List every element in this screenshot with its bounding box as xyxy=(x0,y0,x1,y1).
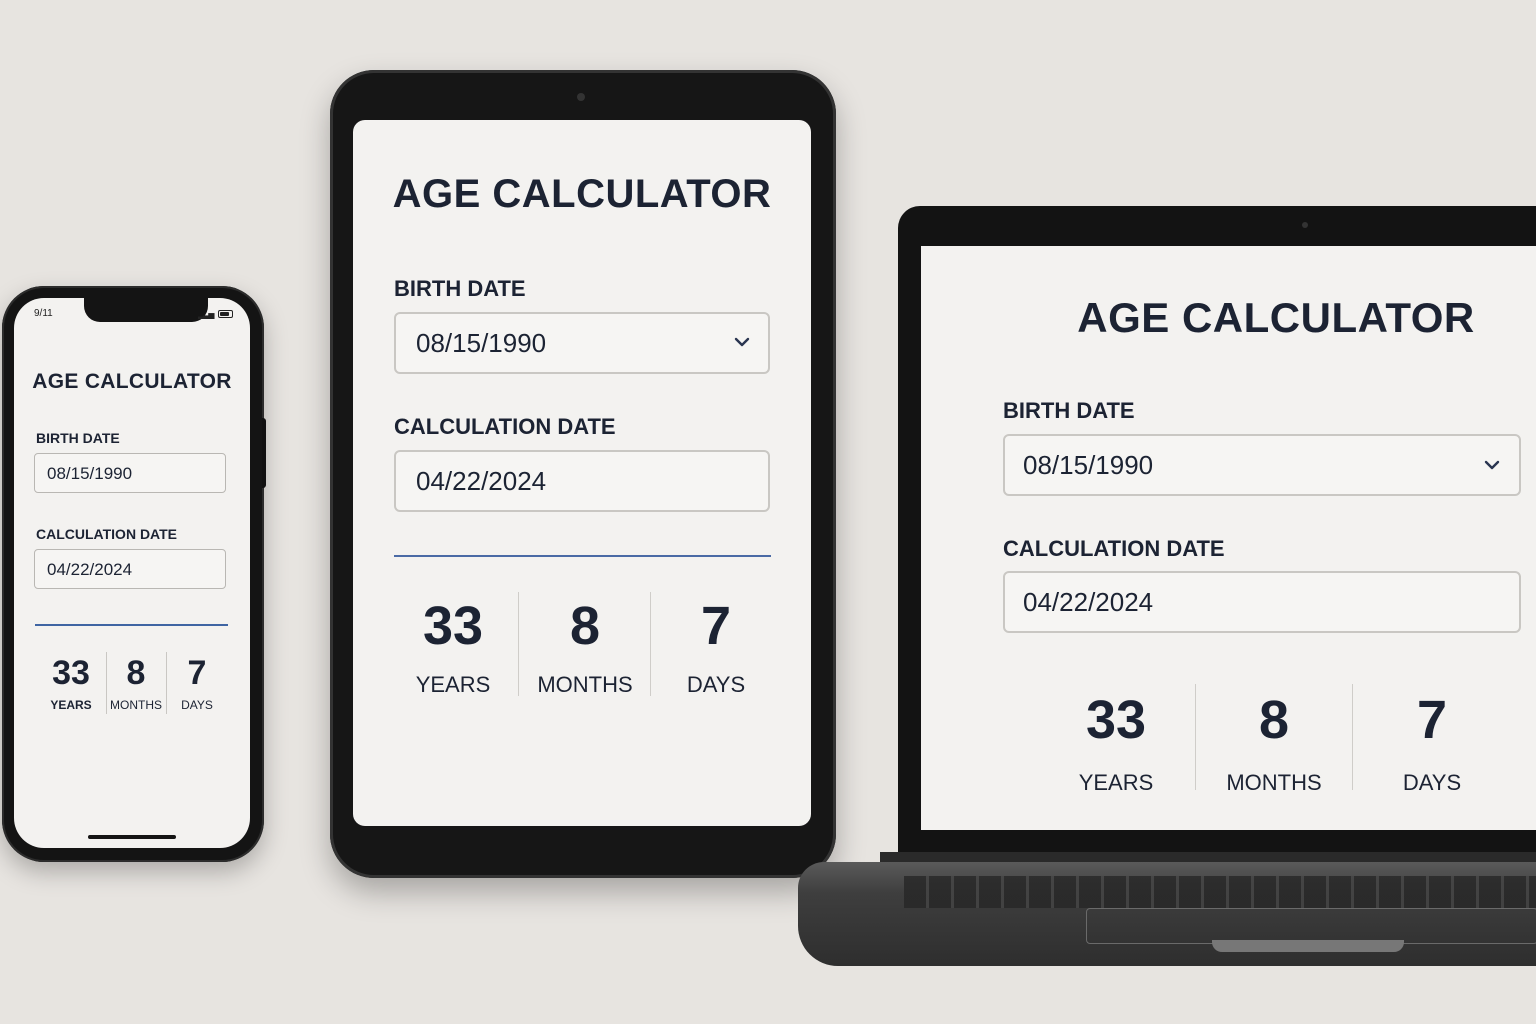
result-days: 7 DAYS xyxy=(651,598,781,698)
months-label: MONTHS xyxy=(110,698,162,712)
calculation-date-label: CALCULATION DATE xyxy=(1003,536,1225,561)
days-label: DAYS xyxy=(686,672,746,697)
laptop-camera xyxy=(1302,222,1308,228)
home-indicator xyxy=(88,835,176,839)
months-label: MONTHS xyxy=(1226,770,1322,795)
phone-screen: 9/11 ▂▃▅ AGE CALCULATOR BIRTH DATE 08/15… xyxy=(14,298,250,848)
months-value: 8 xyxy=(1258,690,1290,750)
calculation-date-input[interactable]: 04/22/2024 xyxy=(394,450,770,512)
tablet-screen: AGE CALCULATOR BIRTH DATE 08/15/1990 CAL… xyxy=(353,120,811,826)
chevron-down-icon[interactable] xyxy=(733,336,751,348)
phone-notch xyxy=(84,298,208,322)
calculation-date-label: CALCULATION DATE xyxy=(36,526,178,542)
result-days: 7 DAYS xyxy=(1354,692,1510,796)
result-years: 33 YEARS xyxy=(40,656,102,712)
page-title: AGE CALCULATOR xyxy=(32,370,232,393)
years-value: 33 xyxy=(52,654,90,692)
result-divider xyxy=(394,555,771,557)
months-value: 8 xyxy=(569,596,601,656)
result-divider xyxy=(35,624,228,626)
page-title: AGE CALCULATOR xyxy=(392,172,772,216)
tablet-camera xyxy=(577,93,585,101)
battery-icon xyxy=(218,310,233,318)
page-title: AGE CALCULATOR xyxy=(1077,294,1475,341)
years-value: 33 xyxy=(422,596,484,656)
birth-date-label: BIRTH DATE xyxy=(36,430,120,446)
column-divider xyxy=(1352,684,1353,790)
years-label: YEARS xyxy=(50,698,92,712)
birth-date-label: BIRTH DATE xyxy=(394,276,526,301)
birth-date-select[interactable]: 08/15/1990 xyxy=(1003,434,1521,496)
result-months: 8 MONTHS xyxy=(105,656,167,712)
birth-date-label: BIRTH DATE xyxy=(1003,398,1135,423)
birth-date-select[interactable]: 08/15/1990 xyxy=(394,312,770,374)
result-months: 8 MONTHS xyxy=(520,598,650,698)
days-value: 7 xyxy=(187,654,207,692)
calculation-date-input[interactable]: 04/22/2024 xyxy=(1003,571,1521,633)
birth-date-value: 08/15/1990 xyxy=(416,328,547,358)
phone-side-button xyxy=(262,418,266,488)
birth-date-input[interactable]: 08/15/1990 xyxy=(34,453,226,493)
birth-date-value: 08/15/1990 xyxy=(1023,450,1154,480)
laptop-trackpad xyxy=(1086,908,1536,944)
result-days: 7 DAYS xyxy=(166,656,228,712)
column-divider xyxy=(518,592,519,696)
result-years: 33 YEARS xyxy=(1038,692,1194,796)
years-label: YEARS xyxy=(415,672,491,697)
calculation-date-input[interactable]: 04/22/2024 xyxy=(34,549,226,589)
calculation-date-label: CALCULATION DATE xyxy=(394,414,616,439)
days-label: DAYS xyxy=(181,698,213,712)
laptop-lip-notch xyxy=(1212,940,1404,952)
status-time: 9/11 xyxy=(34,308,53,319)
result-months: 8 MONTHS xyxy=(1196,692,1352,796)
result-years: 33 YEARS xyxy=(388,598,518,698)
days-value: 7 xyxy=(700,596,732,656)
days-value: 7 xyxy=(1416,690,1448,750)
laptop-keyboard xyxy=(904,876,1536,908)
laptop-screen: AGE CALCULATOR BIRTH DATE 08/15/1990 CAL… xyxy=(921,246,1536,830)
years-value: 33 xyxy=(1085,690,1147,750)
months-label: MONTHS xyxy=(537,672,633,697)
days-label: DAYS xyxy=(1402,770,1462,795)
months-value: 8 xyxy=(126,654,146,692)
signal-icon: ▂▃▅ xyxy=(198,310,215,319)
chevron-down-icon[interactable] xyxy=(1483,459,1501,471)
years-label: YEARS xyxy=(1078,770,1154,795)
